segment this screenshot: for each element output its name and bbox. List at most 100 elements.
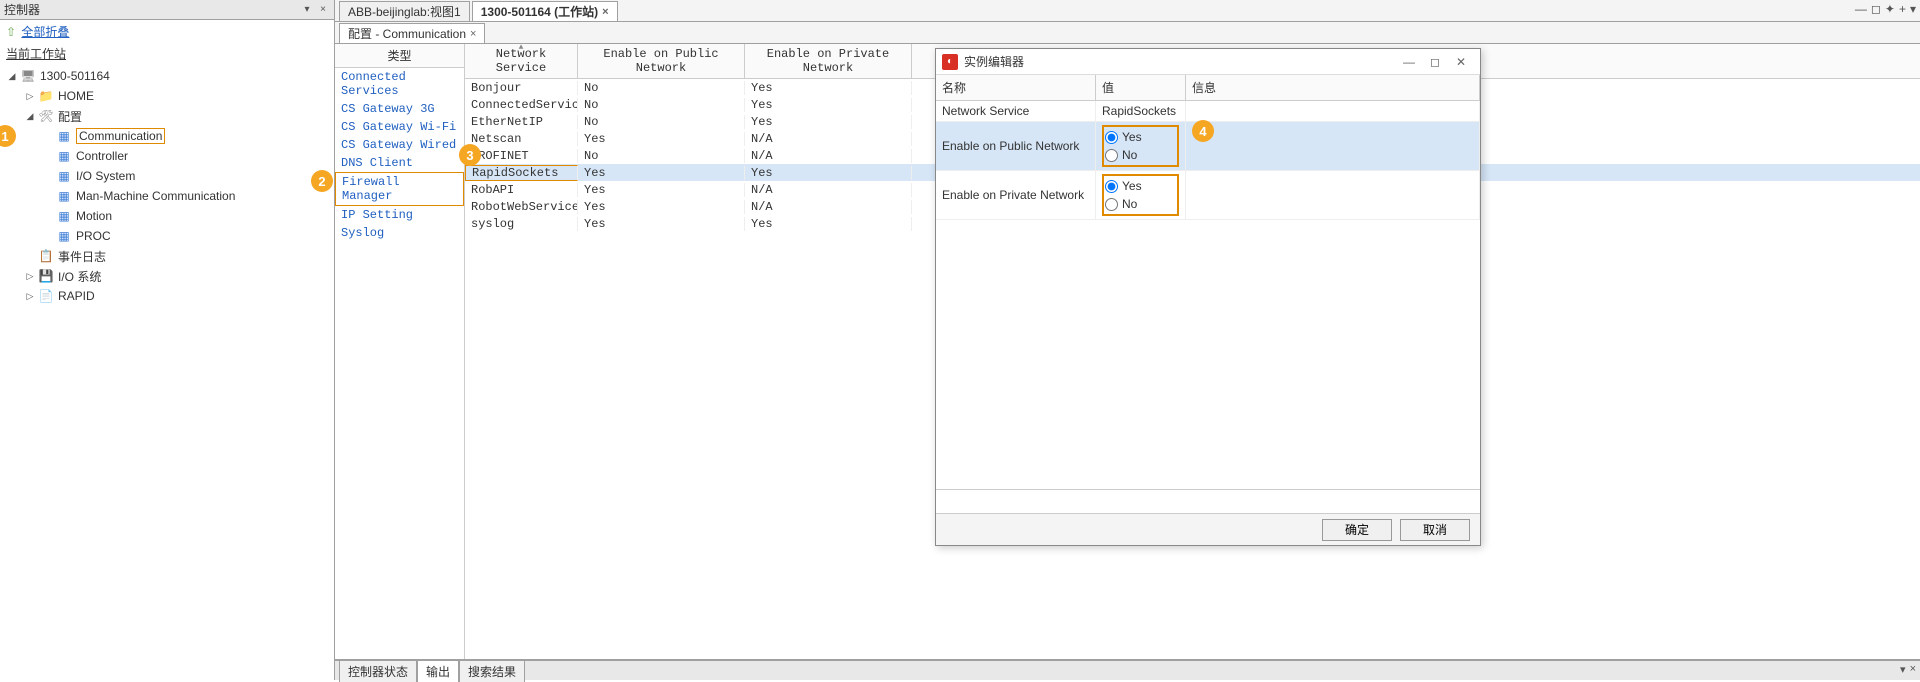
table-cell: Yes — [578, 217, 745, 231]
tree-item[interactable]: ▷📁HOME — [4, 86, 334, 106]
dialog-column-header: 信息 — [1186, 75, 1480, 100]
radio-option[interactable]: Yes — [1105, 177, 1176, 195]
dialog-column-header: 名称 — [936, 75, 1096, 100]
tree-item[interactable]: ▦Motion — [4, 206, 334, 226]
close-button[interactable]: ✕ — [1448, 52, 1474, 72]
cfg-icon: 🛠 — [38, 108, 54, 124]
tree-item[interactable]: 📋事件日志 — [4, 246, 334, 266]
table-cell: Bonjour — [465, 81, 578, 95]
grid-icon: ▦ — [56, 168, 72, 184]
table-cell: Yes — [745, 115, 912, 129]
document-tab[interactable]: ABB-beijinglab:视图1 — [339, 1, 470, 21]
type-item[interactable]: Syslog — [335, 224, 464, 242]
dialog-grid-body[interactable]: Network ServiceRapidSocketsEnable on Pub… — [936, 101, 1480, 489]
type-item[interactable]: CS Gateway Wi-Fi — [335, 118, 464, 136]
tree-item-label: HOME — [58, 89, 94, 103]
expand-icon[interactable]: ▷ — [24, 270, 36, 282]
type-item[interactable]: Connected Services — [335, 68, 464, 100]
io-icon: 💾 — [38, 268, 54, 284]
tree-item-label: Man-Machine Communication — [76, 189, 235, 203]
config-subtabs: 配置 - Communication × — [335, 22, 1920, 44]
dialog-titlebar[interactable]: ◐ 实例编辑器 — ◻ ✕ — [936, 49, 1480, 75]
maximize-button[interactable]: ◻ — [1422, 52, 1448, 72]
spacer — [42, 150, 54, 162]
close-icon[interactable]: × — [470, 28, 476, 40]
radio-option[interactable]: No — [1105, 146, 1176, 164]
close-icon[interactable]: × — [316, 3, 330, 17]
controller-tree[interactable]: ◢🖥1300-501164▷📁HOME◢🛠配置▦Communication▦Co… — [0, 64, 334, 680]
tree-item[interactable]: ◢🖥1300-501164 — [4, 66, 334, 86]
property-value[interactable]: YesNo — [1096, 122, 1186, 170]
controller-panel: 控制器 ▾ × ⇧ 全部折叠 当前工作站 ◢🖥1300-501164▷📁HOME… — [0, 0, 335, 680]
cancel-button[interactable]: 取消 — [1400, 519, 1470, 541]
dialog-filter-row[interactable] — [936, 489, 1480, 513]
tree-item-label: PROC — [76, 229, 111, 243]
type-item[interactable]: CS Gateway 3G — [335, 100, 464, 118]
property-value[interactable]: YesNo — [1096, 171, 1186, 219]
tree-item[interactable]: ▦ PROC — [4, 226, 334, 246]
property-value[interactable]: RapidSockets — [1096, 101, 1186, 121]
minimize-button[interactable]: — — [1396, 52, 1422, 72]
document-tab[interactable]: 1300-501164 (工作站)× — [472, 1, 618, 21]
maximize-icon[interactable]: ✦ — [1885, 2, 1895, 16]
tree-item[interactable]: ▦I/O System — [4, 166, 334, 186]
collapse-icon[interactable]: ◢ — [24, 110, 36, 122]
pin-icon[interactable]: ▾ — [300, 3, 314, 17]
type-list-items[interactable]: Connected ServicesCS Gateway 3GCS Gatewa… — [335, 68, 464, 659]
pin-icon[interactable]: ▾ — [1900, 663, 1906, 676]
spacer — [42, 210, 54, 222]
output-tab[interactable]: 搜索结果 — [459, 660, 525, 682]
property-row[interactable]: Enable on Private NetworkYesNo — [936, 171, 1480, 220]
table-cell: No — [578, 81, 745, 95]
tree-item[interactable]: ▦Controller — [4, 146, 334, 166]
dropdown-icon[interactable]: ▾ — [1910, 2, 1916, 16]
tree-item[interactable]: ▦Man-Machine Communication — [4, 186, 334, 206]
close-icon[interactable]: × — [602, 6, 608, 18]
sort-asc-icon: ▲ — [519, 44, 524, 52]
expand-icon[interactable]: ▷ — [24, 90, 36, 102]
collapse-all-link[interactable]: ⇧ 全部折叠 — [0, 20, 334, 43]
type-item[interactable]: DNS Client — [335, 154, 464, 172]
panel-header: 控制器 ▾ × — [0, 0, 334, 20]
table-cell: Yes — [578, 200, 745, 214]
table-cell: PROFINET — [465, 149, 578, 163]
config-communication-tab[interactable]: 配置 - Communication × — [339, 23, 485, 43]
type-list: 类型 Connected ServicesCS Gateway 3GCS Gat… — [335, 44, 465, 659]
tree-item[interactable]: ▷📄RAPID — [4, 286, 334, 306]
ctrl-icon: 🖥 — [20, 68, 36, 84]
restore-icon[interactable]: ◻ — [1871, 2, 1881, 16]
ok-button[interactable]: 确定 — [1322, 519, 1392, 541]
tree-item[interactable]: ◢🛠配置 — [4, 106, 334, 126]
table-cell: N/A — [745, 149, 912, 163]
type-item[interactable]: Firewall Manager — [335, 172, 464, 206]
close-icon[interactable]: × — [1910, 663, 1916, 676]
radio-option[interactable]: Yes — [1105, 128, 1176, 146]
type-item[interactable]: CS Gateway Wired — [335, 136, 464, 154]
tree-item[interactable]: ▷💾I/O 系统 — [4, 266, 334, 286]
tree-item-label: 配置 — [58, 108, 82, 125]
table-cell: Netscan — [465, 132, 578, 146]
table-cell: Yes — [745, 98, 912, 112]
tree-item[interactable]: ▦Communication — [4, 126, 334, 146]
table-cell: No — [578, 98, 745, 112]
column-header[interactable]: Enable on Private Network — [745, 44, 912, 78]
panel-title: 控制器 — [4, 1, 300, 18]
output-tab[interactable]: 输出 — [417, 660, 459, 682]
current-station-label: 当前工作站 — [0, 43, 334, 64]
tree-item-label: 事件日志 — [58, 248, 106, 265]
property-row[interactable]: Network ServiceRapidSockets — [936, 101, 1480, 122]
collapse-icon[interactable]: ◢ — [6, 70, 18, 82]
dialog-column-header: 值 — [1096, 75, 1186, 100]
property-info — [1186, 171, 1480, 219]
radio-option[interactable]: No — [1105, 195, 1176, 213]
column-header[interactable]: Enable on Public Network — [578, 44, 745, 78]
table-cell: Yes — [745, 81, 912, 95]
minimize-icon[interactable]: — — [1855, 2, 1867, 16]
type-item[interactable]: IP Setting — [335, 206, 464, 224]
grid-icon: ▦ — [56, 228, 72, 244]
column-header[interactable]: Network Service▲ — [465, 44, 578, 78]
annotation-badge: 3 — [459, 144, 481, 166]
expand-icon[interactable]: ▷ — [24, 290, 36, 302]
output-tab[interactable]: 控制器状态 — [339, 660, 417, 682]
add-icon[interactable]: + — [1899, 2, 1906, 16]
